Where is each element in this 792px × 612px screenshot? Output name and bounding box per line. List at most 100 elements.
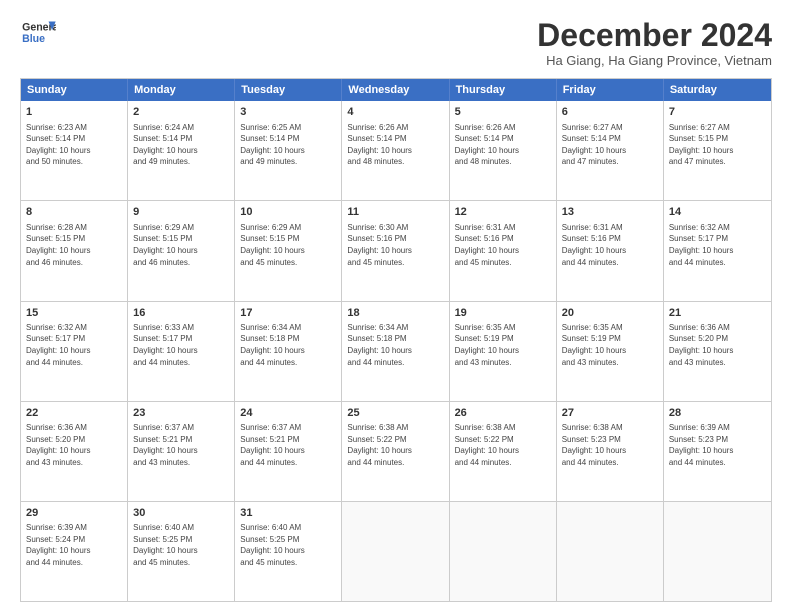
calendar-row: 22Sunrise: 6:36 AMSunset: 5:20 PMDayligh… bbox=[21, 402, 771, 502]
cell-info: Sunrise: 6:24 AMSunset: 5:14 PMDaylight:… bbox=[133, 122, 229, 168]
weekday-header: Wednesday bbox=[342, 79, 449, 101]
calendar-cell: 13 Sunrise: 6:31 AMSunset: 5:16 PMDayligh… bbox=[557, 201, 664, 300]
day-number: 20 bbox=[562, 306, 658, 321]
day-number: 28 bbox=[669, 406, 766, 421]
cell-info: Sunrise: 6:38 AMSunset: 5:22 PMDaylight:… bbox=[347, 422, 443, 468]
calendar-cell: 15Sunrise: 6:32 AMSunset: 5:17 PMDayligh… bbox=[21, 302, 128, 401]
cell-info: Sunrise: 6:35 AMSunset: 5:19 PMDaylight:… bbox=[455, 322, 551, 368]
month-title: December 2024 bbox=[537, 18, 772, 53]
cell-info: Sunrise: 6:40 AMSunset: 5:25 PMDaylight:… bbox=[240, 522, 336, 568]
cell-info: Sunrise: 6:33 AMSunset: 5:17 PMDaylight:… bbox=[133, 322, 229, 368]
cell-info: Sunrise: 6:26 AMSunset: 5:14 PMDaylight:… bbox=[455, 122, 551, 168]
logo-icon: General Blue bbox=[20, 18, 56, 48]
calendar-cell: 17Sunrise: 6:34 AMSunset: 5:18 PMDayligh… bbox=[235, 302, 342, 401]
calendar-cell: 3 Sunrise: 6:25 AMSunset: 5:14 PMDaylight… bbox=[235, 101, 342, 200]
cell-info: Sunrise: 6:29 AMSunset: 5:15 PMDaylight:… bbox=[240, 222, 336, 268]
cell-info: Sunrise: 6:23 AMSunset: 5:14 PMDaylight:… bbox=[26, 122, 122, 168]
day-number: 27 bbox=[562, 406, 658, 421]
calendar-cell bbox=[450, 502, 557, 601]
cell-info: Sunrise: 6:31 AMSunset: 5:16 PMDaylight:… bbox=[455, 222, 551, 268]
calendar: SundayMondayTuesdayWednesdayThursdayFrid… bbox=[20, 78, 772, 602]
svg-text:Blue: Blue bbox=[22, 33, 45, 45]
calendar-cell: 31Sunrise: 6:40 AMSunset: 5:25 PMDayligh… bbox=[235, 502, 342, 601]
calendar-cell: 25Sunrise: 6:38 AMSunset: 5:22 PMDayligh… bbox=[342, 402, 449, 501]
calendar-cell: 26Sunrise: 6:38 AMSunset: 5:22 PMDayligh… bbox=[450, 402, 557, 501]
calendar-cell: 5 Sunrise: 6:26 AMSunset: 5:14 PMDaylight… bbox=[450, 101, 557, 200]
calendar-cell bbox=[664, 502, 771, 601]
calendar-row: 15Sunrise: 6:32 AMSunset: 5:17 PMDayligh… bbox=[21, 302, 771, 402]
calendar-cell: 16Sunrise: 6:33 AMSunset: 5:17 PMDayligh… bbox=[128, 302, 235, 401]
weekday-header: Tuesday bbox=[235, 79, 342, 101]
calendar-cell: 4 Sunrise: 6:26 AMSunset: 5:14 PMDaylight… bbox=[342, 101, 449, 200]
cell-info: Sunrise: 6:37 AMSunset: 5:21 PMDaylight:… bbox=[240, 422, 336, 468]
calendar-cell: 28Sunrise: 6:39 AMSunset: 5:23 PMDayligh… bbox=[664, 402, 771, 501]
day-number: 3 bbox=[240, 105, 336, 120]
day-number: 1 bbox=[26, 105, 122, 120]
logo: General Blue bbox=[20, 18, 56, 48]
weekday-header: Saturday bbox=[664, 79, 771, 101]
calendar-header: SundayMondayTuesdayWednesdayThursdayFrid… bbox=[21, 79, 771, 101]
day-number: 18 bbox=[347, 306, 443, 321]
calendar-cell: 6 Sunrise: 6:27 AMSunset: 5:14 PMDaylight… bbox=[557, 101, 664, 200]
weekday-header: Monday bbox=[128, 79, 235, 101]
calendar-cell bbox=[557, 502, 664, 601]
cell-info: Sunrise: 6:34 AMSunset: 5:18 PMDaylight:… bbox=[240, 322, 336, 368]
day-number: 26 bbox=[455, 406, 551, 421]
cell-info: Sunrise: 6:27 AMSunset: 5:14 PMDaylight:… bbox=[562, 122, 658, 168]
day-number: 11 bbox=[347, 205, 443, 220]
weekday-header: Sunday bbox=[21, 79, 128, 101]
calendar-cell: 12 Sunrise: 6:31 AMSunset: 5:16 PMDayligh… bbox=[450, 201, 557, 300]
calendar-cell: 14Sunrise: 6:32 AMSunset: 5:17 PMDayligh… bbox=[664, 201, 771, 300]
calendar-cell: 10 Sunrise: 6:29 AMSunset: 5:15 PMDayligh… bbox=[235, 201, 342, 300]
day-number: 12 bbox=[455, 205, 551, 220]
calendar-row: 8 Sunrise: 6:28 AMSunset: 5:15 PMDaylight… bbox=[21, 201, 771, 301]
cell-info: Sunrise: 6:34 AMSunset: 5:18 PMDaylight:… bbox=[347, 322, 443, 368]
day-number: 30 bbox=[133, 506, 229, 521]
calendar-cell: 21Sunrise: 6:36 AMSunset: 5:20 PMDayligh… bbox=[664, 302, 771, 401]
day-number: 6 bbox=[562, 105, 658, 120]
cell-info: Sunrise: 6:37 AMSunset: 5:21 PMDaylight:… bbox=[133, 422, 229, 468]
title-block: December 2024 Ha Giang, Ha Giang Provinc… bbox=[537, 18, 772, 68]
day-number: 31 bbox=[240, 506, 336, 521]
day-number: 23 bbox=[133, 406, 229, 421]
calendar-cell: 30Sunrise: 6:40 AMSunset: 5:25 PMDayligh… bbox=[128, 502, 235, 601]
calendar-cell: 7Sunrise: 6:27 AMSunset: 5:15 PMDaylight… bbox=[664, 101, 771, 200]
day-number: 10 bbox=[240, 205, 336, 220]
calendar-row: 1 Sunrise: 6:23 AMSunset: 5:14 PMDaylight… bbox=[21, 101, 771, 201]
calendar-cell: 24Sunrise: 6:37 AMSunset: 5:21 PMDayligh… bbox=[235, 402, 342, 501]
weekday-header: Thursday bbox=[450, 79, 557, 101]
day-number: 9 bbox=[133, 205, 229, 220]
weekday-header: Friday bbox=[557, 79, 664, 101]
calendar-cell: 19Sunrise: 6:35 AMSunset: 5:19 PMDayligh… bbox=[450, 302, 557, 401]
cell-info: Sunrise: 6:26 AMSunset: 5:14 PMDaylight:… bbox=[347, 122, 443, 168]
day-number: 29 bbox=[26, 506, 122, 521]
calendar-cell: 2 Sunrise: 6:24 AMSunset: 5:14 PMDaylight… bbox=[128, 101, 235, 200]
calendar-cell: 23Sunrise: 6:37 AMSunset: 5:21 PMDayligh… bbox=[128, 402, 235, 501]
day-number: 4 bbox=[347, 105, 443, 120]
location: Ha Giang, Ha Giang Province, Vietnam bbox=[537, 53, 772, 68]
calendar-cell: 9 Sunrise: 6:29 AMSunset: 5:15 PMDaylight… bbox=[128, 201, 235, 300]
cell-info: Sunrise: 6:40 AMSunset: 5:25 PMDaylight:… bbox=[133, 522, 229, 568]
calendar-cell: 18Sunrise: 6:34 AMSunset: 5:18 PMDayligh… bbox=[342, 302, 449, 401]
calendar-cell: 22Sunrise: 6:36 AMSunset: 5:20 PMDayligh… bbox=[21, 402, 128, 501]
day-number: 13 bbox=[562, 205, 658, 220]
day-number: 19 bbox=[455, 306, 551, 321]
day-number: 2 bbox=[133, 105, 229, 120]
calendar-cell: 20Sunrise: 6:35 AMSunset: 5:19 PMDayligh… bbox=[557, 302, 664, 401]
cell-info: Sunrise: 6:28 AMSunset: 5:15 PMDaylight:… bbox=[26, 222, 122, 268]
cell-info: Sunrise: 6:25 AMSunset: 5:14 PMDaylight:… bbox=[240, 122, 336, 168]
calendar-cell: 1 Sunrise: 6:23 AMSunset: 5:14 PMDaylight… bbox=[21, 101, 128, 200]
cell-info: Sunrise: 6:31 AMSunset: 5:16 PMDaylight:… bbox=[562, 222, 658, 268]
calendar-cell: 29Sunrise: 6:39 AMSunset: 5:24 PMDayligh… bbox=[21, 502, 128, 601]
cell-info: Sunrise: 6:36 AMSunset: 5:20 PMDaylight:… bbox=[26, 422, 122, 468]
day-number: 17 bbox=[240, 306, 336, 321]
cell-info: Sunrise: 6:29 AMSunset: 5:15 PMDaylight:… bbox=[133, 222, 229, 268]
day-number: 25 bbox=[347, 406, 443, 421]
calendar-page: General Blue December 2024 Ha Giang, Ha … bbox=[0, 0, 792, 612]
day-number: 24 bbox=[240, 406, 336, 421]
day-number: 5 bbox=[455, 105, 551, 120]
cell-info: Sunrise: 6:39 AMSunset: 5:23 PMDaylight:… bbox=[669, 422, 766, 468]
calendar-cell: 11Sunrise: 6:30 AMSunset: 5:16 PMDayligh… bbox=[342, 201, 449, 300]
day-number: 7 bbox=[669, 105, 766, 120]
day-number: 8 bbox=[26, 205, 122, 220]
